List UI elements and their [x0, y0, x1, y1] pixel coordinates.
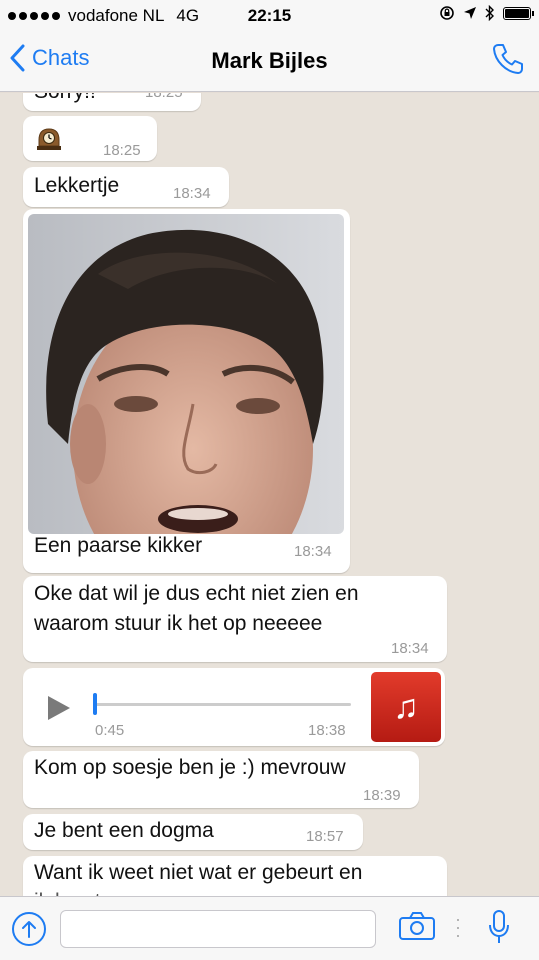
rotation-lock-icon	[440, 6, 454, 20]
status-right	[439, 5, 534, 21]
message-text: Lekkertje	[34, 174, 120, 197]
battery-icon	[503, 6, 534, 20]
message-time: 18:34	[391, 640, 429, 657]
message-text: Sorry!!	[34, 93, 96, 106]
arrow-up-icon	[22, 921, 36, 938]
call-button[interactable]	[491, 42, 525, 81]
voice-record-button[interactable]	[487, 909, 511, 950]
message-text-line: Want ik weet niet wat er gebeurt en	[34, 861, 363, 884]
message-text: Je bent een dogma	[34, 819, 214, 842]
message-time: 18:57	[306, 828, 344, 845]
status-bar: vodafone NL 4G 22:15	[0, 0, 539, 32]
message-text-line: ik kan toen...	[34, 887, 153, 896]
message-text-line: Oke dat wil je dus echt niet zien en	[34, 582, 359, 605]
contact-name[interactable]: Mark Bijles	[0, 48, 539, 74]
separator-dots: · · ·	[455, 909, 461, 945]
message-input-bar: · · ·	[0, 896, 539, 960]
message-bubble[interactable]: Sorry!! 18:25	[23, 93, 201, 111]
message-time: 18:34	[173, 185, 211, 202]
message-bubble[interactable]: Want ik weet niet wat er gebeurt en ik k…	[23, 856, 447, 896]
message-bubble[interactable]: Lekkertje 18:34	[23, 167, 229, 207]
audio-scrubber[interactable]	[93, 693, 97, 715]
microphone-icon	[489, 910, 509, 943]
message-time: 18:39	[363, 787, 401, 804]
message-time: 18:25	[103, 142, 141, 159]
audio-progress-track[interactable]	[93, 703, 351, 706]
camera-button[interactable]	[398, 911, 436, 946]
message-bubble[interactable]: Oke dat wil je dus echt niet zien en waa…	[23, 576, 447, 662]
image-message-bubble[interactable]: Een paarse kikker 18:34	[23, 209, 350, 573]
audio-message-bubble[interactable]: 0:45 18:38 ♫	[23, 668, 445, 746]
location-arrow-icon	[464, 7, 476, 19]
message-time: 18:25	[145, 93, 183, 101]
music-note-icon: ♫	[371, 672, 441, 742]
message-input[interactable]	[60, 910, 376, 948]
chat-messages-area[interactable]: Sorry!! 18:25 18:25 Lekkertje 18:34	[0, 93, 539, 896]
message-bubble[interactable]: Je bent een dogma 18:57	[23, 814, 363, 850]
attach-button[interactable]	[12, 912, 46, 946]
camera-icon	[399, 912, 435, 940]
phone-icon	[493, 44, 523, 74]
image-caption: Een paarse kikker	[34, 534, 203, 557]
message-time: 18:34	[294, 543, 332, 560]
message-bubble[interactable]: Kom op soesje ben je :) mevrouw 18:39	[23, 751, 419, 808]
message-text: Kom op soesje ben je :) mevrouw	[34, 756, 346, 779]
play-icon[interactable]	[45, 694, 73, 722]
photo-image	[28, 214, 344, 534]
audio-duration: 0:45	[95, 722, 125, 739]
message-bubble[interactable]: 18:25	[23, 116, 157, 161]
chat-header: Chats Mark Bijles	[0, 32, 539, 92]
message-time: 18:38	[308, 722, 346, 739]
message-text-line: waarom stuur ik het op neeeee	[34, 612, 323, 635]
mantel-clock-icon	[37, 128, 61, 150]
shared-photo[interactable]	[28, 214, 344, 534]
bluetooth-icon	[485, 5, 494, 21]
